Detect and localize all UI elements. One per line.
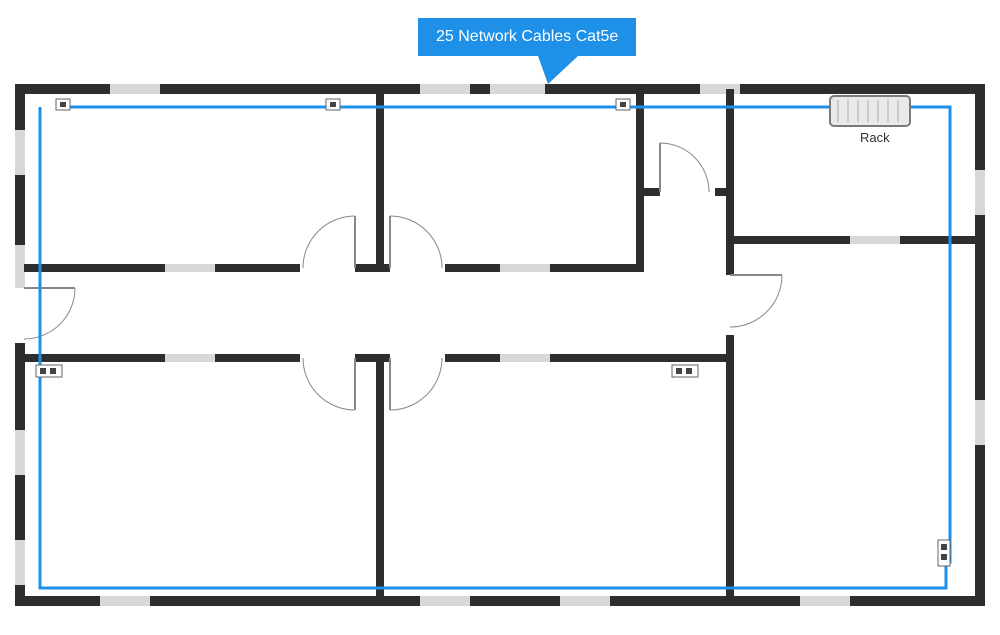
port-top-2 [326,99,340,110]
floor-plan-canvas: 25 Network Cables Cat5e Rack [0,0,1000,635]
cable-callout: 25 Network Cables Cat5e [418,18,636,56]
door-upper-middle [390,216,442,268]
door-upper-left [303,216,355,268]
interior-walls [24,89,976,601]
port-mid-right [672,365,698,377]
doors [303,143,782,410]
floor-plan-svg [0,0,1000,635]
port-top-3 [616,99,630,110]
door-lower-left [303,358,355,410]
rack-label: Rack [860,130,890,145]
outer-openings [20,89,980,601]
cable-callout-text: 25 Network Cables Cat5e [436,28,618,45]
interior-openings [165,240,900,358]
door-small-hall [660,143,709,192]
rack-icon [830,96,910,126]
port-mid-left [36,365,62,377]
network-cable [40,107,950,588]
outer-walls [15,84,985,606]
corridor-left-door [15,288,75,343]
port-bottom-right [938,540,950,566]
door-rack-corridor [730,275,782,327]
network-ports [36,99,950,566]
door-lower-middle [390,358,442,410]
port-top-1 [56,99,70,110]
